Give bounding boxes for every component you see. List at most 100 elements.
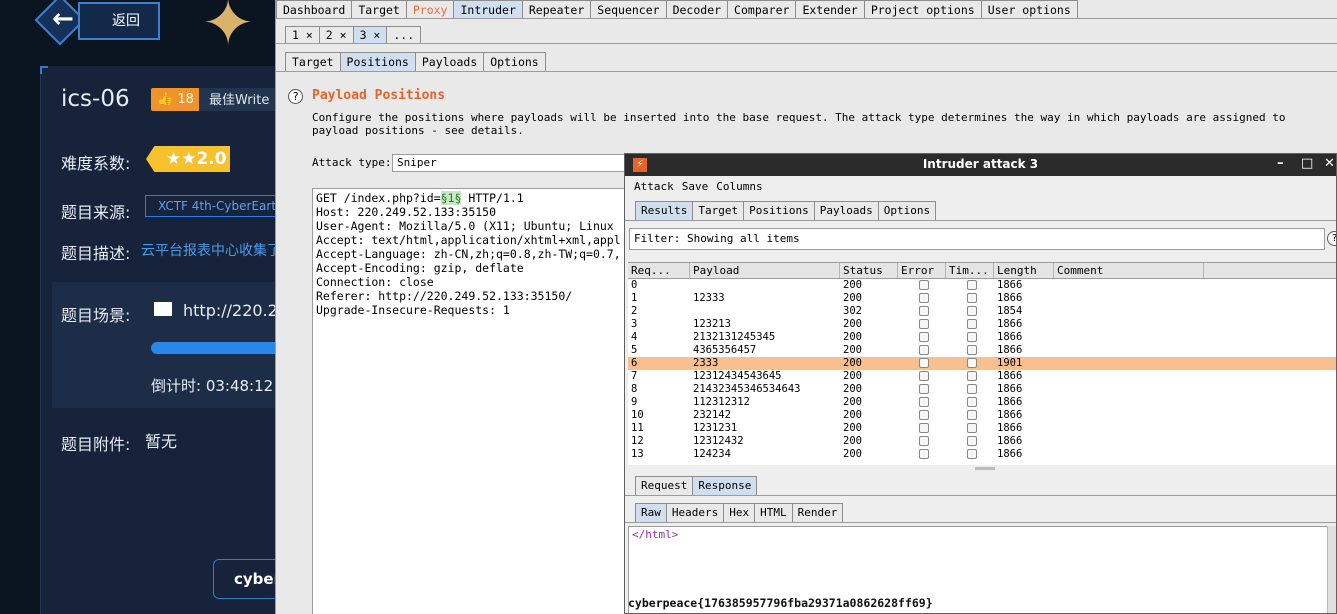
- row-length: 1866: [997, 383, 1023, 395]
- table-body: 0 200 1866 1 12333 200 1866 2 302 1854 3 123213 200 1…: [628, 279, 1336, 461]
- error-checkbox: [898, 305, 946, 318]
- tab-intruder[interactable]: Intruder: [453, 0, 523, 18]
- window-titlebar[interactable]: ⚡ Intruder attack 3 – □ ✕: [625, 154, 1336, 176]
- column-header-length[interactable]: Length: [994, 263, 1054, 278]
- best-writeup-link[interactable]: 最佳Write: [199, 88, 275, 111]
- ctf-panel: ← 返回 ✦ ics-06 👍 18 最佳Write 难度系数: ★★2.0 题…: [0, 0, 275, 614]
- attack-tab-2[interactable]: 2 ×: [318, 26, 354, 43]
- rr-tab-request[interactable]: Request: [635, 476, 694, 495]
- row-request-number: 1: [631, 292, 638, 304]
- attack-type-select[interactable]: Sniper: [392, 154, 632, 172]
- table-row[interactable]: 13 124234 200 1866: [628, 448, 1336, 461]
- request-editor[interactable]: GET /index.php?id=§1§ HTTP/1.1 Host: 220…: [312, 188, 642, 614]
- close-icon[interactable]: ✕: [1324, 156, 1335, 171]
- tab-comparer[interactable]: Comparer: [727, 0, 797, 18]
- column-header-comment[interactable]: Comment: [1054, 263, 1204, 278]
- menu-save[interactable]: Save: [682, 180, 709, 193]
- row-payload: 2333: [693, 357, 719, 369]
- row-payload: [690, 279, 840, 292]
- table-row[interactable]: 5 4365356457 200 1866: [628, 344, 1336, 357]
- intruder-attack-window: ⚡ Intruder attack 3 – □ ✕ Attack Save Colu…: [624, 153, 1337, 614]
- table-row[interactable]: 9 112312312 200 1866: [628, 396, 1336, 409]
- timeout-checkbox: [946, 370, 994, 383]
- view-tab-headers[interactable]: Headers: [665, 503, 725, 522]
- table-row[interactable]: 6 2333 200 1901: [628, 357, 1336, 370]
- tab-project-options[interactable]: Project options: [863, 0, 982, 18]
- view-tab-html[interactable]: HTML: [754, 503, 793, 522]
- table-row[interactable]: 0 200 1866: [628, 279, 1336, 292]
- tab-user-options[interactable]: User options: [980, 0, 1078, 18]
- view-tab-render[interactable]: Render: [791, 503, 844, 522]
- request-line: GET /index.php?id=§1§ HTTP/1.1: [316, 191, 638, 205]
- pane-splitter[interactable]: [975, 467, 995, 470]
- back-button[interactable]: ← 返回: [34, 0, 160, 46]
- request-line: Connection: close: [316, 275, 434, 289]
- attack-window-tab-positions[interactable]: Positions: [743, 201, 815, 220]
- table-row[interactable]: 12 12312432 200 1866: [628, 435, 1336, 448]
- table-row[interactable]: 3 123213 200 1866: [628, 318, 1336, 331]
- tab-repeater[interactable]: Repeater: [521, 0, 592, 18]
- attack-window-tab-options[interactable]: Options: [877, 201, 937, 220]
- view-tab-hex[interactable]: Hex: [723, 503, 756, 522]
- row-length: 1866: [997, 344, 1023, 356]
- error-checkbox: [898, 383, 946, 396]
- column-header-req[interactable]: Req...: [628, 263, 690, 278]
- tab-sequencer[interactable]: Sequencer: [590, 0, 667, 18]
- maximize-icon[interactable]: □: [1301, 156, 1313, 171]
- subtab-target[interactable]: Target: [285, 52, 341, 71]
- error-checkbox: [898, 279, 946, 292]
- attack-tab-1[interactable]: 1 ×: [285, 26, 320, 43]
- timeout-checkbox: [946, 305, 994, 318]
- request-line: Upgrade-Insecure-Requests: 1: [316, 303, 510, 317]
- table-row[interactable]: 11 1231231 200 1866: [628, 422, 1336, 435]
- positions-description: Configure the positions where payloads w…: [312, 111, 1286, 137]
- table-row[interactable]: 7 12312434543645 200 1866: [628, 370, 1336, 383]
- attack-window-tab-results[interactable]: Results: [635, 201, 694, 220]
- table-row[interactable]: 8 21432345346534643 200 1866: [628, 383, 1336, 396]
- tab-extender[interactable]: Extender: [795, 0, 865, 18]
- table-row[interactable]: 4 2132131245345 200 1866: [628, 331, 1336, 344]
- request-protocol: HTTP/1.1: [461, 191, 524, 205]
- row-request-number: 5: [631, 344, 638, 356]
- tab-proxy[interactable]: Proxy: [405, 0, 455, 18]
- menu-columns[interactable]: Columns: [716, 180, 762, 193]
- row-length: 1866: [997, 409, 1023, 421]
- help-icon[interactable]: ?: [288, 89, 303, 104]
- checkbox: [918, 423, 929, 433]
- scene-url[interactable]: http://220.2: [183, 301, 275, 320]
- view-tab-raw[interactable]: Raw: [635, 503, 667, 522]
- table-row[interactable]: 1 12333 200 1866: [628, 292, 1336, 305]
- table-row[interactable]: 2 302 1854: [628, 305, 1336, 318]
- tab-dashboard[interactable]: Dashboard: [276, 0, 353, 18]
- checkbox: [918, 319, 929, 329]
- column-header-tim[interactable]: Tim...: [946, 263, 994, 278]
- attack-tab-3[interactable]: 3 ×: [352, 26, 388, 43]
- row-comment: [1054, 357, 1204, 370]
- view-tabbar: Raw Headers Hex HTML Render: [635, 503, 844, 522]
- help-icon[interactable]: ?: [1327, 231, 1336, 246]
- row-comment: [1054, 331, 1204, 344]
- column-header-error[interactable]: Error: [898, 263, 946, 278]
- checkbox: [918, 436, 929, 446]
- tab-decoder[interactable]: Decoder: [665, 0, 729, 18]
- subtab-payloads[interactable]: Payloads: [414, 52, 485, 71]
- source-tag[interactable]: XCTF 4th-CyberEarth: [145, 195, 275, 217]
- table-row[interactable]: 10 232142 200 1866: [628, 409, 1336, 422]
- flag-input-button[interactable]: cyber: [213, 559, 275, 599]
- rr-tab-response[interactable]: Response: [692, 476, 758, 495]
- minimize-icon[interactable]: –: [1277, 156, 1284, 171]
- tab-target[interactable]: Target: [351, 0, 407, 18]
- row-comment: [1054, 344, 1204, 357]
- filter-bar[interactable]: Filter: Showing all items: [629, 228, 1325, 250]
- attack-window-tab-target[interactable]: Target: [692, 201, 745, 220]
- column-header-payload[interactable]: Payload: [690, 263, 840, 278]
- scrollbar[interactable]: [1327, 526, 1336, 613]
- like-button[interactable]: 👍 18: [151, 88, 199, 111]
- attack-tab-[interactable]: ...: [386, 26, 422, 43]
- subtab-positions[interactable]: Positions: [339, 52, 416, 71]
- timeout-checkbox: [946, 422, 994, 435]
- menu-attack[interactable]: Attack: [634, 180, 674, 193]
- attack-window-tab-payloads[interactable]: Payloads: [813, 201, 879, 220]
- subtab-options[interactable]: Options: [483, 52, 546, 71]
- column-header-status[interactable]: Status: [840, 263, 898, 278]
